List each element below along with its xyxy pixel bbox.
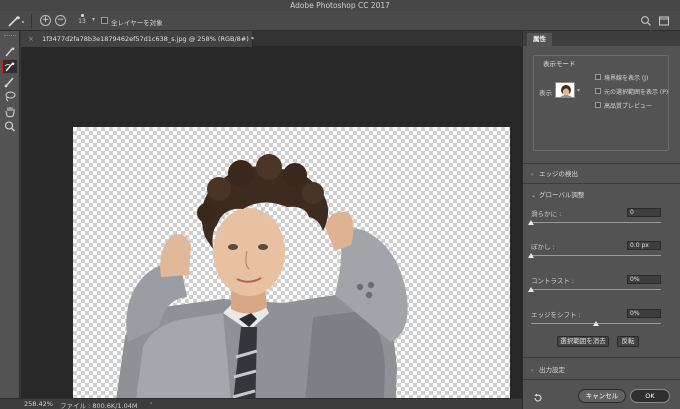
- invert-button[interactable]: 反転: [617, 336, 639, 347]
- window-title: Adobe Photoshop CC 2017: [290, 1, 390, 10]
- global-refinement-header[interactable]: ⌄ グローバル調整: [531, 189, 584, 199]
- feather-value-field[interactable]: 0.0 px: [627, 241, 661, 250]
- high-quality-preview-label: 高品質プレビュー: [604, 103, 653, 110]
- show-edge-checkbox[interactable]: [595, 74, 601, 80]
- smooth-value-field[interactable]: 0: [627, 208, 661, 217]
- contrast-label: コントラスト :: [531, 277, 575, 285]
- view-label: 表示 :: [539, 89, 557, 97]
- panel-footer: キャンセル OK: [523, 384, 680, 409]
- clear-selection-button[interactable]: 選択範囲を消去: [557, 336, 609, 347]
- contrast-slider-thumb[interactable]: [528, 287, 534, 292]
- sample-all-layers-checkbox[interactable]: [101, 17, 108, 24]
- feather-slider-thumb[interactable]: [528, 253, 534, 258]
- output-settings-title: 出力設定: [539, 366, 565, 374]
- workspace-icon[interactable]: [658, 15, 670, 27]
- panel-divider: [523, 357, 680, 358]
- smooth-label: 滑らかに :: [531, 210, 562, 218]
- edge-detection-header[interactable]: › エッジの検出: [531, 168, 578, 178]
- sample-all-layers-label: 全レイヤーを対象: [111, 19, 163, 27]
- shift-edge-value-field[interactable]: 0%: [627, 309, 661, 318]
- high-quality-preview-checkbox[interactable]: [595, 102, 601, 108]
- document-tab-bar: × 1f3477d2fa78b3e1879462ef57d1c638_s.jpg…: [21, 31, 521, 47]
- brush-size-value: 13: [78, 18, 86, 25]
- document-image[interactable]: [73, 127, 510, 409]
- document-tab-title: 1f3477d2fa78b3e1879462ef57d1c638_s.jpg @…: [42, 35, 255, 43]
- zoom-tool-icon[interactable]: [3, 120, 17, 133]
- subtract-from-selection-button[interactable]: −: [55, 15, 66, 26]
- global-refinement-title: グローバル調整: [539, 191, 585, 199]
- boy-photo-illustration: [114, 154, 408, 409]
- brush-size-picker[interactable]: 13 ▾: [72, 13, 96, 29]
- close-icon[interactable]: ×: [28, 35, 34, 43]
- panel-divider: [523, 379, 680, 380]
- shift-edge-slider-thumb[interactable]: [593, 321, 599, 326]
- options-separator: [31, 14, 32, 28]
- ok-button[interactable]: OK: [630, 389, 670, 403]
- document-tab[interactable]: × 1f3477d2fa78b3e1879462ef57d1c638_s.jpg…: [21, 31, 255, 47]
- brush-tip-icon: [80, 14, 84, 17]
- panel-divider: [523, 183, 680, 184]
- brush-tool-icon[interactable]: [3, 75, 17, 88]
- canvas-area[interactable]: [21, 47, 521, 409]
- tools-panel: [0, 31, 20, 398]
- status-bar: 258.42% ファイル : 800.6K/1.04M ›: [0, 398, 521, 409]
- reset-icon[interactable]: [533, 393, 543, 403]
- zoom-level[interactable]: 258.42%: [24, 400, 53, 408]
- output-settings-header[interactable]: › 出力設定: [531, 364, 565, 374]
- properties-tab[interactable]: 属性: [527, 33, 552, 46]
- toolbar-grip[interactable]: [4, 35, 16, 37]
- shift-edge-label: エッジをシフト :: [531, 311, 581, 319]
- status-menu-chevron-icon[interactable]: ›: [150, 400, 152, 407]
- chevron-down-icon: ▾: [92, 16, 96, 23]
- lasso-tool-icon[interactable]: [3, 90, 17, 103]
- feather-slider-track[interactable]: [531, 255, 661, 256]
- cancel-button[interactable]: キャンセル: [578, 389, 626, 403]
- title-bar: Adobe Photoshop CC 2017: [0, 0, 680, 11]
- chevron-right-icon: ›: [531, 367, 534, 374]
- chevron-down-icon: ⌄: [531, 192, 537, 199]
- panel-divider: [523, 163, 680, 164]
- refine-edge-brush-tool-icon[interactable]: [2, 59, 18, 74]
- contrast-value-field[interactable]: 0%: [627, 275, 661, 284]
- search-icon[interactable]: [640, 15, 652, 27]
- options-bar: + − 13 ▾ 全レイヤーを対象: [0, 11, 680, 31]
- chevron-down-icon[interactable]: ▾: [577, 87, 580, 94]
- view-mode-title: 表示モード: [541, 58, 578, 68]
- contrast-slider-track[interactable]: [531, 289, 661, 290]
- show-edge-label: 境界線を表示 (J): [604, 75, 649, 82]
- view-mode-thumbnail-icon: [560, 85, 572, 97]
- panel-tab-row: 属性: [523, 31, 680, 46]
- properties-panel: 属性 表示モード 表示 : ▾ 境界線を表示 (J) 元の選択範囲を表示 (P)…: [522, 31, 680, 409]
- smooth-slider-track[interactable]: [531, 222, 661, 223]
- add-to-selection-button[interactable]: +: [40, 15, 51, 26]
- quick-selection-tool-icon[interactable]: [3, 45, 17, 58]
- file-info: ファイル : 800.6K/1.04M: [60, 402, 138, 409]
- view-mode-picker[interactable]: [555, 82, 575, 98]
- smooth-slider-thumb[interactable]: [528, 220, 534, 225]
- feather-label: ぼかし :: [531, 243, 555, 251]
- show-original-checkbox[interactable]: [595, 88, 601, 94]
- chevron-right-icon: ›: [531, 171, 534, 178]
- quick-selection-tool-preset-icon[interactable]: [6, 14, 26, 28]
- show-original-label: 元の選択範囲を表示 (P): [604, 89, 669, 96]
- hand-tool-icon[interactable]: [3, 105, 17, 118]
- edge-detection-title: エッジの検出: [539, 170, 578, 178]
